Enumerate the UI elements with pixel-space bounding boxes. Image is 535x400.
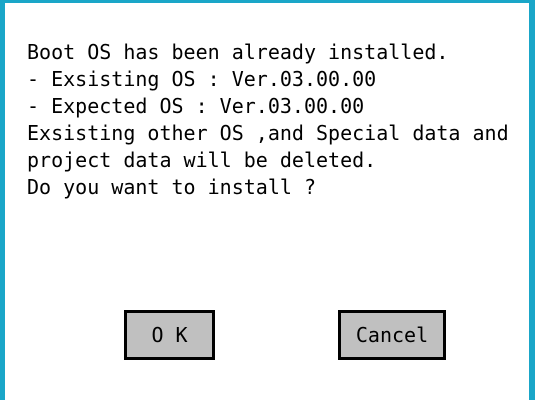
install-confirm-dialog: Boot OS has been already installed. - Ex…: [0, 0, 535, 400]
dialog-message: Boot OS has been already installed. - Ex…: [27, 39, 532, 201]
message-line-existing-os: - Exsisting OS : Ver.03.00.00: [27, 67, 377, 91]
message-line-question: Do you want to install ?: [27, 175, 316, 199]
cancel-button[interactable]: Cancel: [338, 310, 446, 360]
message-line-deleted: project data will be deleted.: [27, 148, 377, 172]
message-line-existing-data: Exsisting other OS ,and Special data and: [27, 121, 509, 145]
ok-button[interactable]: O K: [124, 310, 215, 360]
message-line-expected-os: - Expected OS : Ver.03.00.00: [27, 94, 365, 118]
message-line-installed: Boot OS has been already installed.: [27, 40, 449, 64]
